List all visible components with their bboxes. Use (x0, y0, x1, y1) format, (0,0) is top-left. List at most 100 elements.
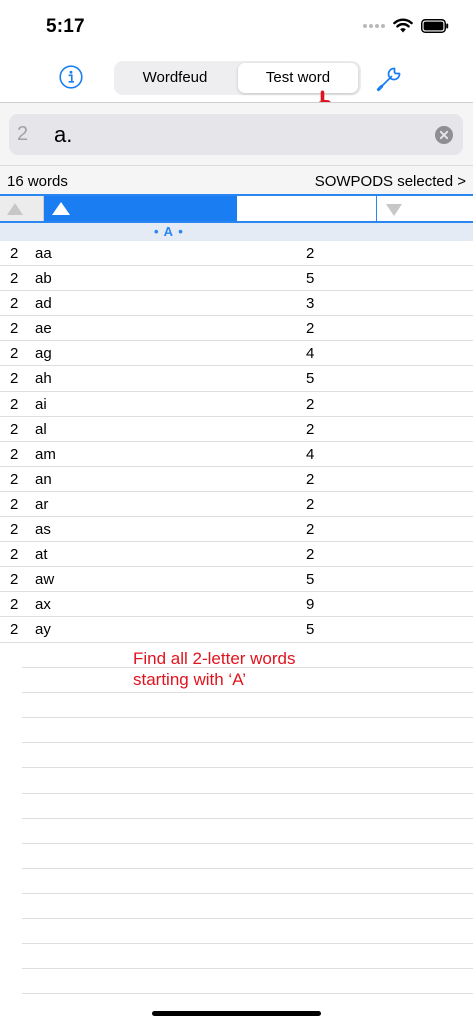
word-text: ag (35, 345, 52, 363)
word-row[interactable]: 2 ar 2 (0, 492, 473, 518)
word-score: 2 (306, 320, 315, 338)
word-row[interactable]: 2 ae 2 (0, 316, 473, 342)
word-score: 5 (306, 621, 315, 639)
word-score: 2 (306, 420, 315, 438)
word-text: an (35, 470, 52, 488)
word-list: 2 aa 2 2 ab 5 2 ad 3 2 ae 2 2 ag 4 2 ah 5 2 ai 2 2 al 2 2 am 4 2 an 2… (0, 241, 473, 643)
word-score: 2 (306, 546, 315, 564)
word-score: 2 (306, 470, 315, 488)
status-icons (363, 18, 449, 33)
word-score: 5 (306, 370, 315, 388)
word-length: 2 (10, 596, 19, 614)
sort-ascending-icon (52, 202, 70, 215)
word-row[interactable]: 2 ah 5 (0, 366, 473, 392)
word-row[interactable]: 2 at 2 (0, 542, 473, 568)
empty-row (22, 869, 473, 894)
empty-row (22, 693, 473, 719)
segment-wordfeud[interactable]: Wordfeud (116, 63, 234, 93)
word-length: 2 (10, 621, 19, 639)
dictionary-selector[interactable]: SOWPODS selected > (315, 173, 466, 190)
word-length: 2 (10, 395, 19, 413)
word-score: 2 (306, 521, 315, 539)
word-score: 2 (306, 395, 315, 413)
empty-row (22, 894, 473, 920)
word-text: at (35, 546, 48, 564)
empty-row (22, 743, 473, 769)
results-summary-bar: 16 words SOWPODS selected > (0, 165, 473, 194)
empty-row (22, 718, 473, 744)
battery-icon (421, 18, 449, 33)
empty-row (22, 844, 473, 869)
word-row[interactable]: 2 ad 3 (0, 291, 473, 317)
empty-row (22, 819, 473, 844)
word-row[interactable]: 2 aw 5 (0, 567, 473, 593)
word-length: 2 (10, 470, 19, 488)
wifi-icon (393, 18, 413, 33)
word-length: 2 (10, 445, 19, 463)
pattern-value: a. (54, 122, 73, 147)
toolbar: Wordfeud Test word (0, 52, 473, 115)
word-row[interactable]: 2 an 2 (0, 467, 473, 492)
word-text: ay (35, 621, 51, 639)
clear-icon[interactable] (435, 126, 453, 144)
word-length-label: 2 (17, 123, 29, 145)
word-length: 2 (10, 295, 19, 313)
word-length: 2 (10, 521, 19, 539)
word-score: 4 (306, 445, 315, 463)
word-length: 2 (10, 345, 19, 363)
word-row[interactable]: 2 al 2 (0, 417, 473, 442)
word-length: 2 (10, 320, 19, 338)
word-length: 2 (10, 571, 19, 589)
word-score: 2 (306, 495, 315, 513)
sort-descending-icon (386, 204, 402, 216)
word-row[interactable]: 2 ag 4 (0, 341, 473, 367)
word-score: 5 (306, 571, 315, 589)
word-row[interactable]: 2 ay 5 (0, 617, 473, 643)
word-score: 5 (306, 270, 315, 288)
word-row[interactable]: 2 ax 9 (0, 592, 473, 618)
word-length: 2 (10, 370, 19, 388)
empty-row (22, 944, 473, 970)
word-text: al (35, 420, 47, 438)
word-row[interactable]: 2 ai 2 (0, 392, 473, 417)
sort-by-length-button[interactable] (0, 196, 44, 221)
annotation-note: Find all 2-letter words starting with ‘A… (133, 648, 296, 690)
annotation-line-1: Find all 2-letter words (133, 649, 296, 668)
word-count: 16 words (7, 173, 68, 190)
word-score: 3 (306, 295, 315, 313)
word-text: ad (35, 295, 52, 313)
empty-row (22, 969, 473, 995)
info-icon[interactable] (59, 65, 83, 89)
word-row[interactable]: 2 aa 2 (0, 241, 473, 267)
empty-row (22, 794, 473, 819)
sort-ascending-icon (7, 203, 23, 215)
home-indicator (152, 1011, 321, 1016)
sort-by-score-button[interactable] (237, 196, 377, 221)
sort-bar (0, 194, 473, 223)
word-length: 2 (10, 546, 19, 564)
word-text: aa (35, 245, 52, 262)
word-score: 9 (306, 596, 315, 614)
word-score: 2 (306, 245, 315, 262)
pattern-input[interactable]: 2 a. (9, 114, 463, 155)
segment-test-word[interactable]: Test word (238, 63, 358, 93)
word-row[interactable]: 2 ab 5 (0, 266, 473, 292)
word-row[interactable]: 2 as 2 (0, 517, 473, 543)
word-length: 2 (10, 245, 19, 262)
sort-descending-button[interactable] (377, 196, 473, 221)
word-text: ai (35, 395, 47, 413)
word-text: ab (35, 270, 52, 288)
word-length: 2 (10, 420, 19, 438)
word-text: ax (35, 596, 51, 614)
sort-by-word-button[interactable] (44, 196, 237, 221)
section-label: • A • (154, 224, 184, 239)
word-text: ah (35, 370, 52, 388)
wrench-icon[interactable] (375, 63, 405, 93)
status-time: 5:17 (46, 16, 85, 37)
empty-list-area (22, 643, 473, 995)
empty-row (22, 768, 473, 794)
word-length: 2 (10, 495, 19, 513)
word-text: as (35, 521, 51, 539)
word-length: 2 (10, 270, 19, 288)
word-row[interactable]: 2 am 4 (0, 442, 473, 467)
